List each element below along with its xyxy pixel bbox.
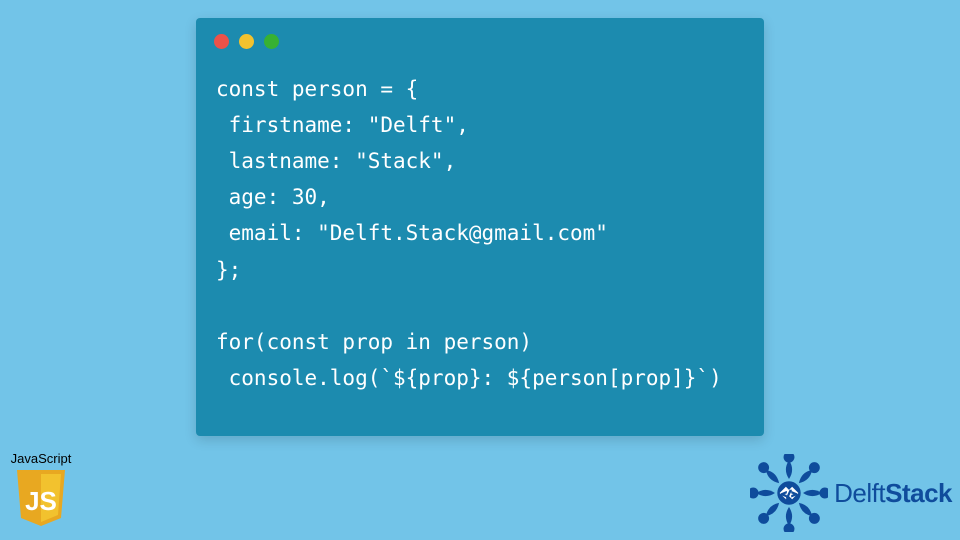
brand-part2: Stack xyxy=(885,478,952,508)
code-window: const person = { firstname: "Delft", las… xyxy=(196,18,764,436)
delftstack-logo: </> DelftStack xyxy=(750,454,952,532)
maximize-icon xyxy=(264,34,279,49)
code-block: const person = { firstname: "Delft", las… xyxy=(196,61,764,416)
brand-part1: Delft xyxy=(834,478,885,508)
js-shield-text: JS xyxy=(25,486,57,516)
close-icon xyxy=(214,34,229,49)
delftstack-mandala-icon: </> xyxy=(750,454,828,532)
javascript-badge: JavaScript JS xyxy=(2,451,80,530)
delftstack-wordmark: DelftStack xyxy=(834,478,952,509)
javascript-label: JavaScript xyxy=(11,451,72,466)
minimize-icon xyxy=(239,34,254,49)
javascript-shield-icon: JS xyxy=(13,468,69,530)
window-controls xyxy=(196,18,764,61)
svg-text:</>: </> xyxy=(781,490,797,500)
